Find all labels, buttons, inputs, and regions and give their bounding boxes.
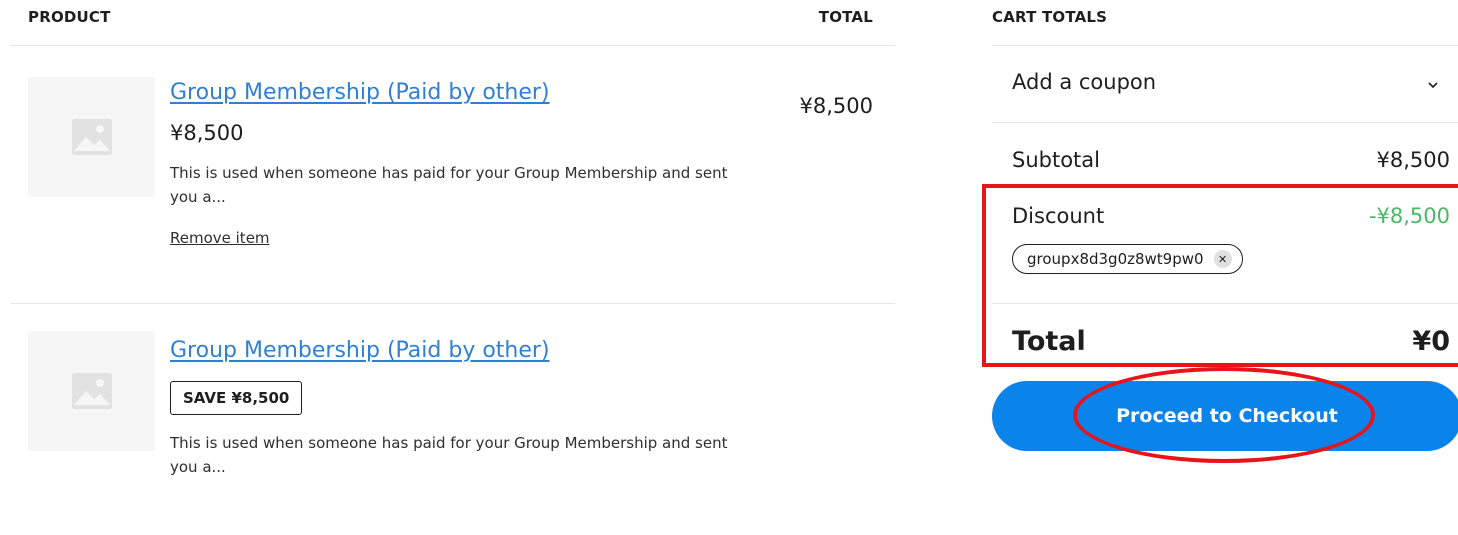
item-description: This is used when someone has paid for y… xyxy=(170,164,728,206)
total-label: Total xyxy=(1012,326,1086,357)
item-details: Group Membership (Paid by other) ¥8,500 … xyxy=(170,80,770,247)
total-column-header: TOTAL xyxy=(818,8,873,26)
chevron-down-icon xyxy=(1428,82,1438,89)
cart-item-row: Group Membership (Paid by other) SAVE ¥8… xyxy=(10,304,895,534)
item-details: Group Membership (Paid by other) SAVE ¥8… xyxy=(170,338,770,479)
product-name-link[interactable]: Group Membership (Paid by other) xyxy=(170,80,550,105)
remove-item-link[interactable]: Remove item xyxy=(170,229,270,247)
coupon-code: groupx8d3g0z8wt9pw0 xyxy=(1027,250,1204,268)
add-coupon-toggle[interactable]: Add a coupon xyxy=(1012,70,1438,100)
image-placeholder-icon xyxy=(71,119,112,155)
item-line-total: ¥8,500 xyxy=(799,94,873,118)
item-description: This is used when someone has paid for y… xyxy=(170,434,728,476)
proceed-to-checkout-button[interactable]: Proceed to Checkout xyxy=(992,381,1458,451)
divider xyxy=(992,303,1458,304)
image-placeholder-icon xyxy=(71,373,112,409)
product-thumbnail[interactable] xyxy=(28,331,155,451)
order-total-row: Total ¥0 xyxy=(1012,326,1450,357)
cart-products-table: PRODUCT TOTAL Group Membership (Paid by … xyxy=(10,0,895,534)
cart-totals-title: CART TOTALS xyxy=(992,8,1108,26)
applied-coupon-chip: groupx8d3g0z8wt9pw0 ✕ xyxy=(1012,244,1243,274)
product-name-link[interactable]: Group Membership (Paid by other) xyxy=(170,338,550,363)
product-column-header: PRODUCT xyxy=(28,8,111,26)
add-coupon-label: Add a coupon xyxy=(1012,70,1157,94)
discount-label: Discount xyxy=(1012,204,1105,228)
subtotal-label: Subtotal xyxy=(1012,148,1100,172)
save-badge: SAVE ¥8,500 xyxy=(170,381,303,415)
subtotal-value: ¥8,500 xyxy=(1376,148,1450,172)
divider xyxy=(992,122,1458,123)
total-value: ¥0 xyxy=(1412,326,1450,357)
cart-item-row: Group Membership (Paid by other) ¥8,500 … xyxy=(10,46,895,304)
discount-value: -¥8,500 xyxy=(1368,204,1450,228)
discount-row: Discount -¥8,500 xyxy=(1012,204,1450,228)
divider xyxy=(992,45,1458,46)
close-icon[interactable]: ✕ xyxy=(1213,250,1232,268)
item-price: ¥8,500 xyxy=(170,121,244,145)
table-header: PRODUCT TOTAL xyxy=(10,0,895,46)
product-thumbnail[interactable] xyxy=(28,77,155,197)
subtotal-row: Subtotal ¥8,500 xyxy=(1012,148,1450,172)
